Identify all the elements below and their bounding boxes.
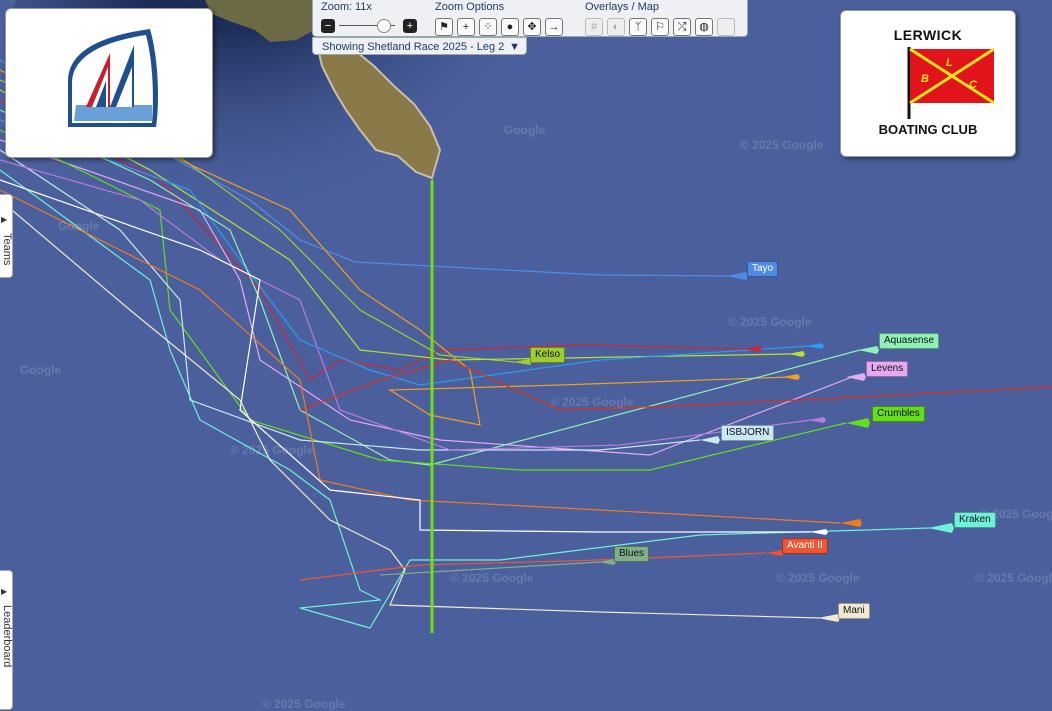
map-watermark: © 2025 Google [550, 395, 634, 409]
flag-letter-l: L [946, 57, 953, 69]
zoom-value: 11x [355, 1, 372, 13]
expand-icon[interactable]: ✥ [523, 18, 541, 36]
race-selector-label: Showing Shetland Race 2025 - Leg 2 [322, 41, 505, 53]
zoom-slider-thumb[interactable] [377, 19, 391, 33]
chevron-down-icon[interactable]: ▼ [509, 38, 520, 56]
map-watermark: Google [20, 363, 62, 377]
boat-label-avanti-ii[interactable]: Avanti II [782, 538, 828, 554]
chevron-right-icon: ▶ [1, 587, 8, 596]
boat-label-crumbles[interactable]: Crumbles [872, 406, 925, 422]
map-watermark: © 2025 Google [728, 315, 812, 329]
map-watermark: © 2025 Google [262, 697, 346, 711]
map-watermark: © 2025 Google [740, 138, 824, 152]
shuffle-icon[interactable]: ⤮ [673, 18, 691, 36]
club-name-top: LERWICK [893, 27, 963, 43]
zoom-options-label: Zoom Options [435, 1, 505, 13]
teams-tab-label: Teams [1, 233, 13, 266]
group-icon[interactable]: ● [501, 18, 519, 36]
boat-label-aquasense[interactable]: Aquasense [879, 333, 940, 349]
boat-label-levens[interactable]: Levens [866, 361, 909, 377]
club-logo-card: LERWICK B L C BOATING CLUB [840, 10, 1016, 157]
branch-icon[interactable]: ᛘ [629, 18, 647, 36]
map-watermark: © 2025 Google [450, 571, 534, 585]
race-logo-card [5, 8, 213, 158]
globe-icon[interactable]: ◍ [695, 18, 713, 36]
zoom-out-button[interactable]: − [321, 19, 335, 33]
plus-box-icon[interactable]: + [457, 18, 475, 36]
grid-icon[interactable]: # [585, 18, 603, 36]
leaderboard-tab-label: Leaderboard [1, 605, 13, 668]
dice-icon[interactable]: ⁘ [479, 18, 497, 36]
exit-arrow-icon[interactable]: → [545, 18, 563, 36]
leaderboard-tab[interactable]: ▶ Leaderboard [0, 570, 13, 710]
boat-label-kelso[interactable]: Kelso [530, 347, 566, 363]
teams-tab[interactable]: ▶ Teams [0, 194, 13, 278]
map-watermark: Google [58, 219, 100, 233]
map-watermark: © 2025 Google [230, 443, 314, 457]
map-watermark: Google [504, 123, 546, 137]
map-watermark: © 2025 Google [975, 571, 1052, 585]
race-selector[interactable]: Showing Shetland Race 2025 - Leg 2 ▼ [312, 37, 527, 55]
map-watermark: © 2025 Google [776, 571, 860, 585]
contrast-icon[interactable]: ◐ [607, 18, 625, 36]
boat-label-tayo[interactable]: Tayo [747, 261, 779, 277]
flag-letter-b: B [921, 73, 929, 85]
boat-label-mani[interactable]: Mani [838, 603, 870, 619]
boat-label-kraken[interactable]: Kraken [954, 512, 996, 528]
flag-icon[interactable]: ⚑ [435, 18, 453, 36]
map-toolbar: Zoom: 11x − + Zoom Options ⚑ + ⁘ ● ✥ → O… [312, 0, 748, 37]
flag-letter-c: C [969, 79, 977, 91]
chevron-right-icon: ▶ [1, 215, 8, 224]
overlays-map-label: Overlays / Map [585, 1, 659, 13]
boat-label-blues[interactable]: Blues [614, 546, 650, 562]
wind-flag-icon[interactable]: ⚐ [651, 18, 669, 36]
boat-label-isbjorn[interactable]: ISBJORN [721, 425, 775, 441]
blank-box-icon[interactable] [717, 18, 735, 36]
zoom-in-button[interactable]: + [403, 19, 417, 33]
zoom-label: Zoom: [321, 1, 353, 13]
race-sail-logo [68, 29, 158, 127]
club-name-bottom: BOATING CLUB [878, 122, 978, 137]
